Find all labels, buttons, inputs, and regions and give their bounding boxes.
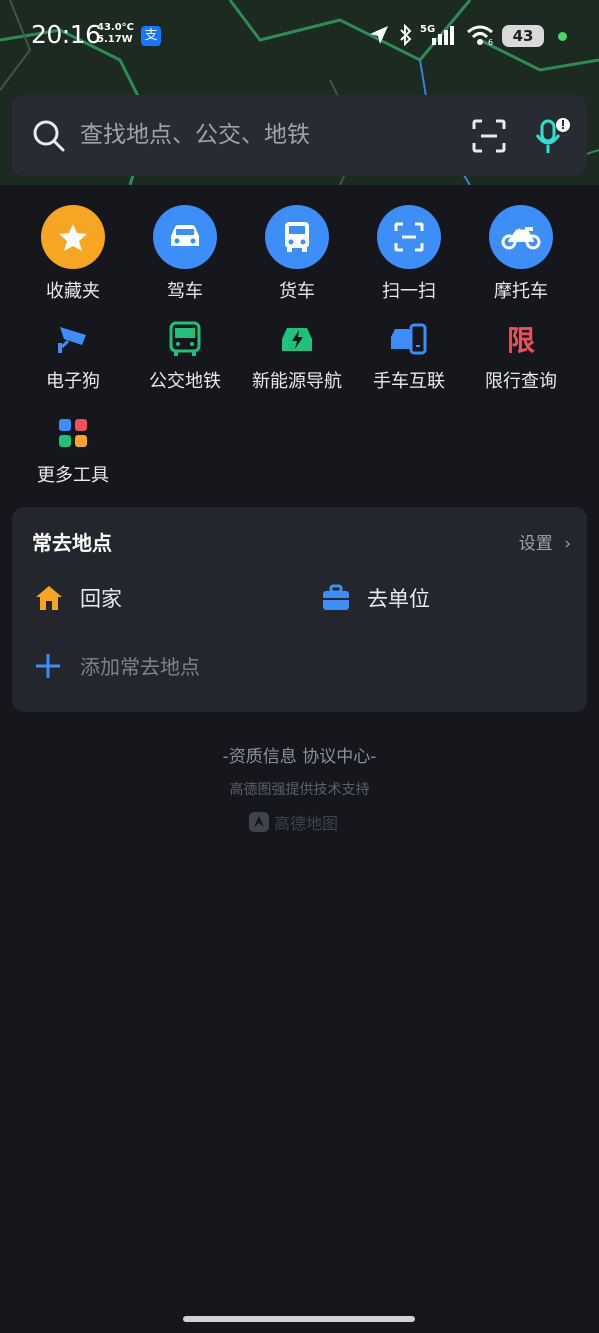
footer-credit: 高德图强提供技术支持 [229, 782, 370, 798]
tool-label: 摩托车 [494, 281, 548, 302]
tool-truck[interactable]: 货车 [241, 205, 353, 303]
temperature-value: 43.0°C [97, 22, 135, 33]
search-bar[interactable] [12, 95, 587, 176]
tool-drive[interactable]: 驾车 [129, 205, 241, 303]
tool-motorcycle[interactable]: 摩托车 [465, 205, 577, 303]
search-input[interactable] [80, 117, 440, 153]
wifi-band: 6 [488, 38, 494, 47]
car-icon [153, 205, 217, 269]
work-shortcut[interactable]: 去单位 [321, 583, 430, 613]
frequent-places-card: 常去地点 设置 › 回家 去单位 添加常去地点 [12, 507, 587, 712]
card-title: 常去地点 [32, 531, 112, 555]
phone-car-icon [389, 319, 429, 359]
chevron-right-icon: › [564, 534, 571, 554]
power-value: 5.17W [97, 34, 133, 45]
bluetooth-icon [400, 24, 412, 46]
motorcycle-icon [489, 205, 553, 269]
tool-label: 扫一扫 [382, 281, 436, 302]
grid-icon [53, 413, 93, 453]
status-time: 20:16 [31, 20, 101, 49]
tool-phone-car-link[interactable]: 手车互联 [353, 319, 465, 393]
settings-link[interactable]: 设置 › [519, 529, 571, 554]
truck-icon [265, 205, 329, 269]
tool-label: 限行查询 [485, 371, 557, 392]
tool-traffic-restriction[interactable]: 限 限行查询 [465, 319, 577, 393]
footer-logo-text: 高德地图 [274, 814, 339, 833]
tool-label: 更多工具 [37, 465, 109, 486]
add-frequent-place[interactable]: 添加常去地点 [34, 651, 200, 680]
camera-icon [53, 319, 93, 359]
scan-icon[interactable] [472, 119, 506, 153]
alipay-icon: 支 [141, 26, 161, 46]
tool-label: 新能源导航 [252, 371, 342, 392]
tool-label: 公交地铁 [149, 371, 221, 392]
location-arrow-icon [370, 26, 388, 44]
add-place-label: 添加常去地点 [80, 655, 200, 679]
scan-icon [377, 205, 441, 269]
tool-label: 货车 [279, 281, 315, 302]
home-indicator[interactable] [183, 1316, 415, 1322]
home-label: 回家 [80, 587, 122, 611]
home-icon [36, 586, 62, 610]
work-label: 去单位 [367, 587, 430, 611]
battery-indicator: 43 [502, 25, 544, 47]
status-bar: 20:16 43.0°C 5.17W 支 5G 6 43 [0, 0, 599, 72]
signal-icon [432, 26, 454, 45]
restriction-icon: 限 [501, 319, 541, 359]
privacy-dot [558, 32, 567, 41]
ev-car-icon [277, 319, 317, 359]
settings-label: 设置 [518, 534, 553, 554]
tool-label: 手车互联 [373, 371, 445, 392]
footer-logo: 高德地图 [248, 810, 338, 834]
restriction-glyph: 限 [506, 324, 535, 357]
home-shortcut[interactable]: 回家 [34, 583, 122, 613]
tool-speed-camera[interactable]: 电子狗 [17, 319, 129, 393]
tool-label: 驾车 [167, 281, 203, 302]
footer-links[interactable]: -资质信息 协议中心- [0, 742, 599, 767]
star-icon [41, 205, 105, 269]
search-icon [33, 120, 65, 152]
tool-more[interactable]: 更多工具 [17, 413, 129, 487]
plus-icon [36, 653, 60, 678]
tool-favorites[interactable]: 收藏夹 [17, 205, 129, 303]
tool-scan[interactable]: 扫一扫 [353, 205, 465, 303]
amap-logo-icon [249, 812, 269, 832]
status-temperature: 43.0°C 5.17W [97, 22, 134, 46]
tool-ev-navigation[interactable]: 新能源导航 [241, 319, 353, 393]
tool-label: 收藏夹 [46, 281, 100, 302]
briefcase-icon [323, 584, 349, 610]
bus-icon [165, 319, 205, 359]
tool-label: 电子狗 [46, 371, 100, 392]
tool-transit[interactable]: 公交地铁 [129, 319, 241, 393]
voice-mic-icon[interactable] [532, 117, 574, 157]
